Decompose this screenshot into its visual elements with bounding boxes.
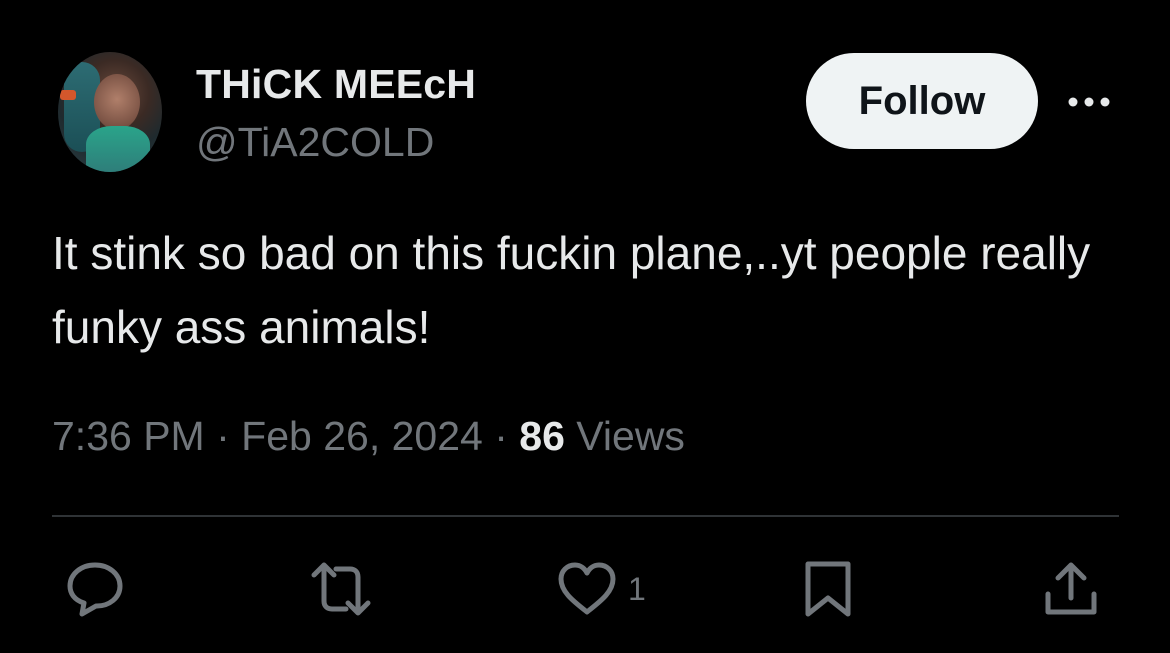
follow-button[interactable]: Follow (806, 53, 1038, 149)
retweet-icon (311, 562, 371, 616)
user-handle[interactable]: @TiA2COLD (196, 118, 434, 166)
heart-icon (558, 562, 616, 615)
avatar[interactable] (58, 52, 162, 172)
avatar-accent (60, 90, 76, 100)
bookmark-button[interactable] (802, 560, 854, 618)
display-name[interactable]: THiCK MEEcH (196, 60, 476, 108)
tweet-meta: 7:36 PM · Feb 26, 2024 · 86 Views (52, 410, 685, 462)
tweet-time[interactable]: 7:36 PM (52, 413, 205, 459)
bookmark-icon (805, 561, 851, 617)
avatar-face (94, 74, 140, 130)
divider (52, 515, 1119, 517)
retweet-button[interactable] (306, 560, 376, 618)
views-count: 86 (519, 413, 565, 459)
tweet-text: It stink so bad on this fuckin plane,..y… (52, 227, 1091, 353)
share-icon (1045, 562, 1097, 615)
more-icon (1068, 97, 1110, 107)
tweet-date[interactable]: Feb 26, 2024 (241, 413, 483, 459)
like-button[interactable]: 1 (556, 560, 646, 618)
meta-separator: · (494, 413, 508, 459)
reply-button[interactable] (64, 560, 126, 618)
more-options-button[interactable] (1064, 82, 1114, 122)
like-count: 1 (628, 570, 646, 607)
share-button[interactable] (1042, 560, 1100, 618)
views-label: Views (576, 413, 685, 459)
meta-separator: · (216, 413, 230, 459)
avatar-clothing (86, 126, 150, 172)
reply-icon (67, 562, 123, 617)
